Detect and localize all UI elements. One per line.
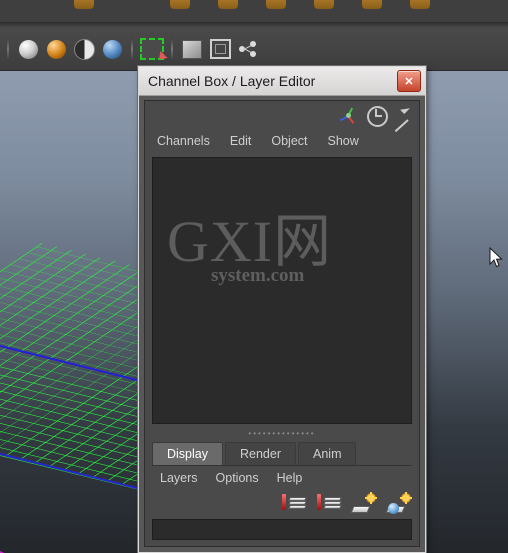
new-layer-from-selected-icon[interactable]	[317, 493, 342, 515]
watermark-main: GXI网	[167, 209, 333, 274]
menu-layers[interactable]: Layers	[160, 471, 198, 485]
clipped-icon-3	[218, 0, 238, 9]
layer-tool-buttons	[282, 491, 411, 517]
clipped-icon-5	[314, 0, 334, 9]
divider-icon-3	[168, 37, 176, 61]
new-layer-icon[interactable]	[282, 493, 307, 515]
panel-splitter[interactable]: ••••••••••••••	[152, 428, 412, 440]
axis-tripod-icon[interactable]	[339, 104, 361, 126]
watermark: GXI网 system.com	[167, 213, 357, 308]
clipped-icon-2	[170, 0, 190, 9]
clipped-icon-4	[266, 0, 286, 9]
main-toolbar	[0, 28, 508, 71]
menu-help[interactable]: Help	[277, 471, 303, 485]
layers-list[interactable]	[152, 519, 412, 540]
channel-box-layer-editor-window[interactable]: Channel Box / Layer Editor ✕ Channels Ed…	[138, 66, 426, 553]
channel-box-menubar: Channels Edit Object Show	[145, 129, 419, 153]
menu-object[interactable]: Object	[271, 134, 307, 148]
connect-nodes-button[interactable]	[235, 36, 261, 62]
clock-icon[interactable]	[365, 104, 388, 127]
tab-anim[interactable]: Anim	[298, 442, 357, 465]
layer-editor-tabs: Display Render Anim	[152, 442, 412, 466]
cube-icon	[182, 39, 202, 59]
shader-orange-sphere-button[interactable]	[43, 36, 69, 62]
panel-icon-strip	[145, 101, 419, 129]
splitter-dots: ••••••••••••••	[248, 429, 316, 438]
tab-render[interactable]: Render	[225, 442, 296, 465]
window-title: Channel Box / Layer Editor	[148, 73, 316, 89]
shader-half-sphere-button[interactable]	[71, 36, 97, 62]
window-title-bar[interactable]: Channel Box / Layer Editor ✕	[139, 67, 425, 96]
square-outline-icon	[209, 39, 231, 59]
watermark-sub: system.com	[211, 265, 305, 286]
divider-icon-2	[128, 37, 136, 61]
menu-options[interactable]: Options	[216, 471, 259, 485]
window-body: Channels Edit Object Show GXI网 system.co…	[144, 100, 420, 547]
menu-show[interactable]: Show	[328, 134, 359, 148]
app-root: Channel Box / Layer Editor ✕ Channels Ed…	[0, 0, 508, 553]
shader-blue-sphere-button[interactable]	[99, 36, 125, 62]
divider-icon	[4, 37, 12, 61]
poly-cube-button[interactable]	[179, 36, 205, 62]
select-tool-button[interactable]	[139, 36, 165, 62]
selection-marquee-icon	[140, 38, 164, 60]
blue-sphere-icon	[102, 39, 122, 59]
arrow-expand-icon[interactable]	[389, 104, 411, 126]
new-render-layer-from-selected-icon[interactable]	[385, 492, 411, 515]
clipped-icon-1	[74, 0, 94, 9]
white-sphere-icon	[18, 39, 38, 59]
share-nodes-icon	[239, 41, 257, 57]
toolbar-clipped-row	[0, 0, 508, 22]
poly-square-button[interactable]	[207, 36, 233, 62]
shader-white-sphere-button[interactable]	[15, 36, 41, 62]
menu-channels[interactable]: Channels	[157, 134, 210, 148]
clipped-icon-6	[362, 0, 382, 9]
menu-edit[interactable]: Edit	[230, 134, 252, 148]
tab-display[interactable]: Display	[152, 442, 223, 465]
layer-menubar: Layers Options Help	[152, 467, 412, 489]
close-icon[interactable]: ✕	[397, 70, 421, 92]
new-render-layer-icon[interactable]	[350, 492, 376, 515]
orange-sphere-icon	[46, 39, 66, 59]
half-sphere-icon	[73, 38, 95, 60]
channel-box-list[interactable]: GXI网 system.com	[152, 157, 412, 424]
clipped-icon-7	[410, 0, 430, 9]
